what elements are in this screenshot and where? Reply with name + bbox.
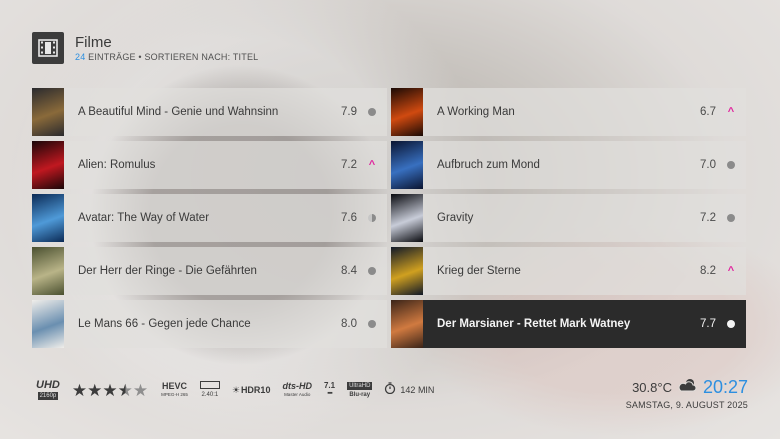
hevc-badge: HEVC MPEG-H 265 — [161, 380, 188, 399]
movie-rating: 8.2 — [700, 265, 716, 277]
unwatched-dot-icon — [357, 320, 387, 328]
movie-item[interactable]: Alien: Romulus 7.2 ^ — [32, 141, 387, 189]
movie-poster — [32, 194, 64, 242]
movie-rating: 7.6 — [341, 212, 357, 224]
resolution-label: 2160p — [37, 392, 59, 400]
movie-rating: 7.2 — [341, 159, 357, 171]
movie-title: Gravity — [437, 212, 474, 224]
sort-info: EINTRÄGE • SORTIEREN NACH: TITEL — [85, 52, 259, 62]
channels-label: 7.1 — [323, 381, 336, 390]
movie-poster — [391, 141, 423, 189]
unwatched-dot-icon — [716, 320, 746, 328]
movie-poster — [391, 88, 423, 136]
channels-badge: 7.1 ▪▪▪ — [324, 382, 335, 398]
star-icon: ★ — [87, 380, 103, 400]
entry-count: 24 — [75, 52, 86, 62]
movie-title: Krieg der Sterne — [437, 265, 521, 277]
hdr-badge: ☀ HDR10 — [231, 385, 271, 395]
movie-title: Der Marsianer - Rettet Mark Watney — [437, 318, 631, 330]
movie-title: Avatar: The Way of Water — [78, 212, 210, 224]
temperature: 30.8°C — [632, 380, 672, 395]
movie-item-selected[interactable]: Der Marsianer - Rettet Mark Watney 7.7 — [391, 300, 746, 348]
bluray-label: Blu-ray — [349, 391, 371, 398]
partly-cloudy-icon — [677, 378, 697, 397]
movie-rating: 7.2 — [700, 212, 716, 224]
media-info-bar: UHD 2160p ★ ★ ★ ★ ★ HEVC MPEG-H 265 2.40:1 ☀… — [36, 380, 434, 400]
star-icon: ★ — [132, 380, 149, 400]
stopwatch-icon — [384, 381, 396, 399]
movie-poster — [32, 247, 64, 295]
dts-badge: dts-HD Master Audio — [282, 380, 312, 399]
caret-icon: ^ — [727, 106, 735, 118]
codec-label: HEVC — [161, 380, 187, 391]
aspect-ratio-badge: 2.40:1 — [199, 381, 220, 399]
hdr-label: HDR10 — [240, 385, 271, 395]
unwatched-dot-icon — [716, 214, 746, 222]
movie-rating: 8.0 — [341, 318, 357, 330]
in-progress-icon: ^ — [716, 265, 746, 277]
bluray-top-label: UltraHD — [347, 381, 373, 390]
film-icon — [32, 32, 64, 64]
in-progress-icon: ^ — [716, 106, 746, 118]
movie-rating: 7.9 — [341, 106, 357, 118]
movie-item[interactable]: Gravity 7.2 — [391, 194, 746, 242]
unwatched-dot-icon — [357, 267, 387, 275]
clock-weather: 30.8°C 20:27 SAMSTAG, 9. AUGUST 2025 — [626, 377, 748, 410]
movie-item[interactable]: Krieg der Sterne 8.2 ^ — [391, 247, 746, 295]
page-subtitle: 24 EINTRÄGE • SORTIEREN NACH: TITEL — [75, 52, 258, 62]
star-icon: ★ — [117, 380, 133, 400]
runtime: 142 MIN — [384, 381, 434, 399]
speaker-icon: ▪▪▪ — [327, 390, 333, 397]
movie-rating: 8.4 — [341, 265, 357, 277]
codec-sub-label: MPEG-H 265 — [161, 391, 188, 397]
movie-poster — [32, 88, 64, 136]
movie-item[interactable]: Le Mans 66 - Gegen jede Chance 8.0 — [32, 300, 387, 348]
clock-date: SAMSTAG, 9. AUGUST 2025 — [625, 400, 748, 410]
movie-title: A Beautiful Mind - Genie und Wahnsinn — [78, 106, 279, 118]
movie-rating: 7.7 — [700, 318, 716, 330]
unwatched-dot-icon — [716, 161, 746, 169]
movie-poster — [391, 247, 423, 295]
caret-icon: ^ — [727, 265, 735, 277]
movie-item[interactable]: Aufbruch zum Mond 7.0 — [391, 141, 746, 189]
unwatched-dot-icon — [357, 108, 387, 116]
movie-poster — [391, 194, 423, 242]
movie-poster — [391, 300, 423, 348]
sun-icon: ☀ — [231, 385, 240, 395]
uhd-label: UHD — [36, 379, 60, 391]
clock-time: 20:27 — [702, 377, 748, 397]
star-rating: ★ ★ ★ ★ ★ — [72, 382, 148, 399]
movie-rating: 6.7 — [700, 106, 716, 118]
movie-rating: 7.0 — [700, 159, 716, 171]
star-icon: ★ — [71, 380, 88, 400]
in-progress-icon: ^ — [357, 159, 387, 171]
dts-label: dts-HD — [282, 380, 312, 391]
movie-title: Aufbruch zum Mond — [437, 159, 540, 171]
movie-title: A Working Man — [437, 106, 515, 118]
dts-sub-label: Master Audio — [284, 391, 311, 397]
movie-title: Der Herr der Ringe - Die Gefährten — [78, 265, 257, 277]
uhd-badge: UHD 2160p — [36, 380, 60, 400]
aspect-label: 2.40:1 — [201, 392, 219, 398]
movie-item[interactable]: Avatar: The Way of Water 7.6 — [32, 194, 387, 242]
movie-title: Le Mans 66 - Gegen jede Chance — [78, 318, 251, 330]
movie-item[interactable]: A Beautiful Mind - Genie und Wahnsinn 7.9 — [32, 88, 387, 136]
star-icon: ★ — [102, 380, 118, 400]
runtime-label: 142 MIN — [400, 385, 435, 395]
movie-item[interactable]: A Working Man 6.7 ^ — [391, 88, 746, 136]
movie-poster — [32, 300, 64, 348]
movie-title: Alien: Romulus — [78, 159, 156, 171]
section-header: Filme 24 EINTRÄGE • SORTIEREN NACH: TITE… — [32, 32, 258, 64]
page-title: Filme — [75, 34, 112, 51]
movie-poster — [32, 141, 64, 189]
caret-icon: ^ — [368, 159, 376, 171]
bluray-badge: UltraHD Blu-ray — [347, 381, 373, 399]
partially-watched-icon — [357, 214, 387, 222]
movie-item[interactable]: Der Herr der Ringe - Die Gefährten 8.4 — [32, 247, 387, 295]
